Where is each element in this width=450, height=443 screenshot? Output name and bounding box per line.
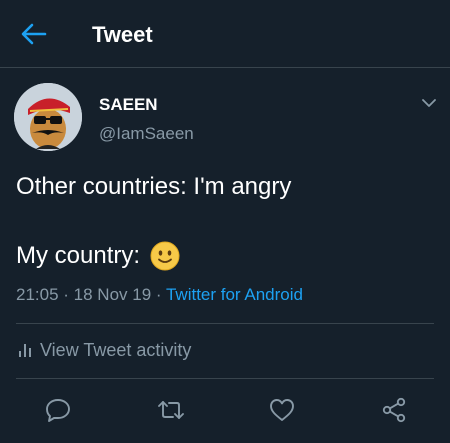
avatar[interactable] — [14, 83, 82, 151]
author-handle[interactable]: @IamSaeen — [99, 124, 194, 144]
retweet-icon — [158, 401, 184, 419]
analytics-icon — [19, 344, 31, 357]
avatar-image — [14, 83, 82, 151]
reply-button[interactable] — [40, 392, 76, 428]
tweet-actions — [0, 390, 450, 430]
meta-separator: · — [151, 285, 166, 304]
app-header: Tweet — [0, 0, 450, 68]
page-title: Tweet — [92, 22, 153, 47]
back-button[interactable] — [18, 18, 50, 50]
divider — [16, 378, 434, 379]
more-options-button[interactable] — [418, 92, 440, 114]
tweet-meta: 21:05 · 18 Nov 19 · Twitter for Android — [16, 285, 303, 305]
share-icon — [382, 397, 406, 423]
tweet-text-line-2-label: My country: — [16, 242, 141, 269]
tweet-text-line-1: Other countries: I'm angry — [16, 173, 292, 200]
tweet-text-line-2: My country: — [16, 241, 180, 271]
divider — [16, 323, 434, 324]
back-arrow-icon — [21, 23, 47, 45]
view-tweet-activity-button[interactable]: View Tweet activity — [18, 339, 191, 361]
view-tweet-activity-label: View Tweet activity — [40, 340, 192, 360]
share-button[interactable] — [376, 392, 412, 428]
tweet-time: 21:05 — [16, 285, 59, 304]
slightly-smiling-face-icon — [150, 241, 180, 271]
chevron-down-icon — [422, 98, 436, 107]
meta-separator: · — [58, 285, 74, 304]
like-icon — [270, 399, 294, 421]
author-name[interactable]: SAEEN — [99, 95, 158, 115]
tweet-source-link[interactable]: Twitter for Android — [166, 285, 303, 304]
retweet-button[interactable] — [153, 392, 189, 428]
like-button[interactable] — [264, 392, 300, 428]
tweet-date: 18 Nov 19 — [73, 285, 152, 304]
reply-icon — [46, 399, 70, 422]
